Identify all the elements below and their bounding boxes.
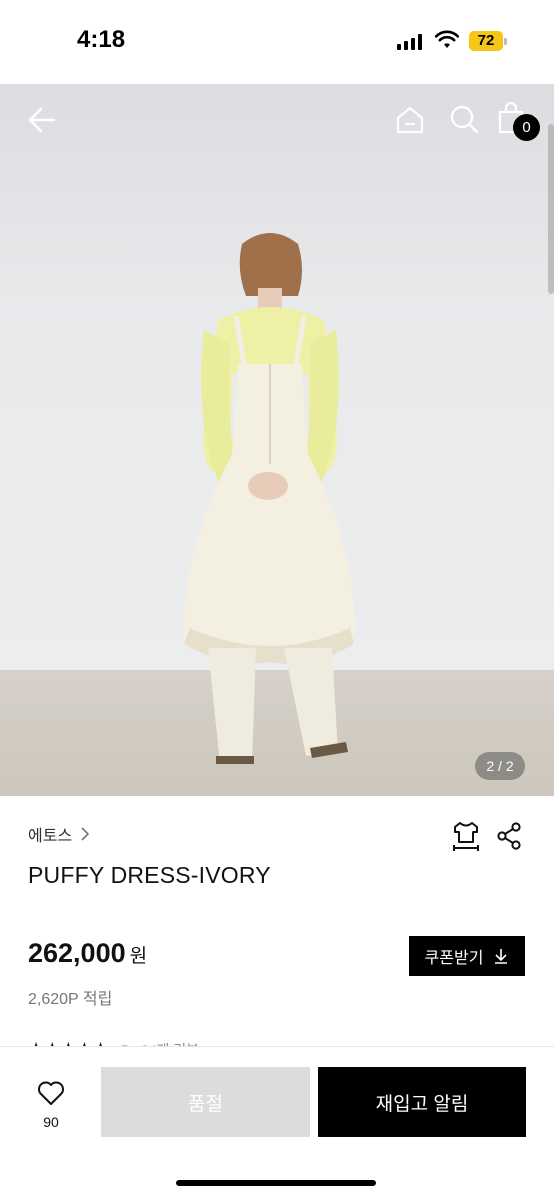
like-button[interactable]: 90: [30, 1080, 72, 1130]
sold-out-button[interactable]: 품절: [101, 1067, 310, 1137]
brand-link[interactable]: 에토스: [28, 822, 90, 846]
back-arrow-icon[interactable]: [26, 104, 58, 136]
coupon-label: 쿠폰받기: [424, 950, 484, 967]
image-page-indicator: 2 / 2: [475, 752, 525, 780]
battery-level: 72: [469, 31, 503, 51]
coupon-download-button[interactable]: 쿠폰받기: [409, 936, 525, 976]
share-icon[interactable]: [496, 822, 522, 850]
price: 262,000 원: [28, 938, 147, 969]
heart-icon: [38, 1081, 64, 1105]
price-value: 262,000: [28, 938, 126, 968]
reward-points: 2,620P 적립: [28, 991, 113, 1008]
status-time: 4:18: [77, 26, 126, 53]
battery-icon: 72: [469, 31, 507, 51]
status-bar: 4:18 72: [0, 0, 554, 84]
like-count: 90: [43, 1114, 59, 1130]
restock-alert-button[interactable]: 재입고 알림: [318, 1067, 526, 1137]
product-image-carousel[interactable]: [0, 84, 554, 796]
chevron-right-icon: [81, 827, 90, 841]
product-photo-model: [183, 233, 355, 764]
home-indicator: [176, 1180, 376, 1186]
cellular-signal-icon: [397, 34, 423, 50]
home-icon[interactable]: [394, 104, 426, 136]
size-guide-icon[interactable]: [451, 820, 481, 852]
cart-count-badge: 0: [513, 114, 540, 141]
wifi-icon: [435, 30, 459, 48]
price-unit: 원: [129, 946, 148, 967]
product-title: PUFFY DRESS-IVORY: [28, 862, 271, 888]
brand-name: 에토스: [28, 828, 73, 845]
search-icon[interactable]: [449, 104, 479, 134]
top-navigation: [0, 84, 554, 160]
download-icon: [495, 949, 508, 964]
